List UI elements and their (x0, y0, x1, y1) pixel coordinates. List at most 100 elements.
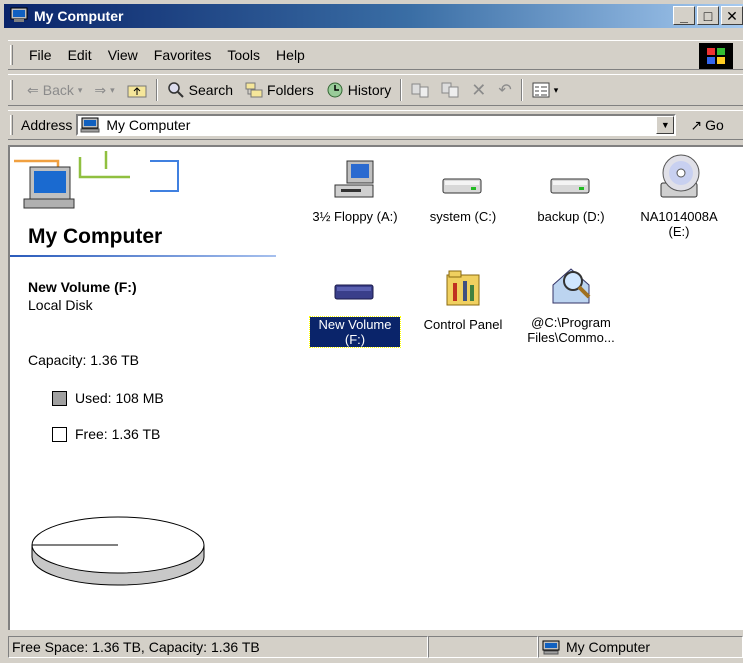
drive-cd-e[interactable]: NA1014008A (E:) (624, 149, 734, 239)
status-text: Free Space: 1.36 TB, Capacity: 1.36 TB (8, 636, 428, 658)
drive-backup-d[interactable]: backup (D:) (516, 159, 626, 224)
history-icon (327, 82, 343, 98)
address-label: Address (21, 117, 73, 133)
used-text: Used: 108 MB (75, 390, 164, 406)
move-to-button[interactable] (405, 77, 435, 103)
my-computer-icon (542, 640, 560, 654)
drive-system-c[interactable]: system (C:) (408, 159, 518, 224)
drive-label: NA1014008A (E:) (640, 209, 718, 239)
delete-icon: ✕ (471, 79, 487, 100)
menu-tools[interactable]: Tools (219, 47, 268, 63)
address-value: My Computer (106, 117, 191, 133)
panel-header-graphic (14, 151, 179, 209)
my-computer-icon (10, 7, 28, 26)
drive-floppy-a[interactable]: 3½ Floppy (A:) (300, 159, 410, 224)
free-text: Free: 1.36 TB (75, 426, 161, 442)
web-view-panel: My Computer New Volume (F:) Local Disk C… (10, 147, 278, 630)
menu-help[interactable]: Help (268, 47, 313, 63)
cd-drive-icon (660, 154, 700, 198)
toolbar-separator (520, 79, 523, 101)
used-legend: Used: 108 MB (52, 390, 164, 406)
toolbar-separator (155, 79, 158, 101)
free-legend: Free: 1.36 TB (52, 426, 160, 442)
standard-toolbar: ⇐ Back ▾ ⇒ ▾ Search Folders History ✕ ↶ … (8, 74, 743, 106)
views-icon (532, 82, 550, 98)
chevron-down-icon: ▾ (553, 84, 559, 95)
folders-button[interactable]: Folders (239, 77, 320, 103)
menu-view[interactable]: View (100, 47, 146, 63)
my-computer-window: My Computer _ □ ✕ File Edit View Favorit… (0, 0, 743, 663)
copy-to-button[interactable] (435, 77, 465, 103)
up-folder-button[interactable] (121, 77, 153, 103)
drive-label: system (C:) (429, 209, 497, 224)
folders-label: Folders (267, 82, 314, 98)
search-label: Search (188, 82, 234, 98)
up-folder-icon (127, 85, 147, 98)
capacity-text: Capacity: 1.36 TB (28, 352, 140, 368)
undo-button[interactable]: ↶ (492, 77, 517, 103)
back-arrow-icon: ⇐ (27, 81, 39, 98)
undo-icon: ↶ (498, 82, 512, 99)
forward-button[interactable]: ⇒ ▾ (88, 77, 120, 103)
my-computer-icon (80, 117, 100, 133)
history-button[interactable]: History (320, 77, 398, 103)
views-button[interactable]: ▾ (526, 77, 565, 103)
search-button[interactable]: Search (161, 77, 239, 103)
hard-drive-icon (334, 284, 374, 300)
address-grip[interactable] (10, 115, 13, 135)
toolbar-grip[interactable] (10, 80, 13, 100)
title-bar[interactable]: My Computer _ □ ✕ (4, 4, 743, 28)
drive-label: New Volume (F:) (309, 316, 401, 348)
windows-logo-icon (699, 43, 733, 69)
menu-file[interactable]: File (21, 47, 60, 63)
floppy-drive-icon (334, 160, 374, 198)
search-folder-icon (552, 268, 591, 304)
panel-title: My Computer (28, 225, 163, 248)
toolbar-separator (400, 79, 403, 101)
history-label: History (347, 82, 392, 98)
hard-drive-icon (550, 178, 590, 194)
search-icon (167, 82, 184, 98)
maximize-button[interactable]: □ (697, 6, 719, 25)
status-spacer (428, 636, 538, 658)
close-button[interactable]: ✕ (721, 6, 743, 25)
minimize-button[interactable]: _ (673, 6, 695, 25)
address-input[interactable]: My Computer ▼ (76, 114, 677, 136)
move-to-icon (411, 83, 429, 98)
chevron-down-icon: ▾ (110, 84, 115, 95)
disk-usage-pie-chart (31, 516, 205, 586)
chevron-down-icon: ▾ (77, 84, 83, 95)
control-panel-icon (446, 270, 480, 306)
selected-volume-type: Local Disk (28, 297, 93, 313)
free-swatch (52, 426, 67, 442)
menu-grip[interactable] (10, 45, 13, 65)
control-panel[interactable]: Control Panel (408, 267, 518, 332)
search-results-shortcut[interactable]: @C:\Program Files\Commo... (516, 259, 626, 345)
drive-label: @C:\Program Files\Commo... (527, 315, 615, 345)
used-swatch (52, 390, 67, 406)
content-area[interactable]: My Computer New Volume (F:) Local Disk C… (8, 145, 743, 630)
status-bar: Free Space: 1.36 TB, Capacity: 1.36 TB M… (8, 636, 743, 660)
drive-label: 3½ Floppy (A:) (312, 209, 398, 224)
drive-label: Control Panel (423, 317, 503, 332)
copy-to-icon (441, 82, 459, 98)
back-button[interactable]: ⇐ Back ▾ (21, 77, 88, 103)
drive-label: backup (D:) (537, 209, 605, 224)
folders-icon (245, 82, 263, 98)
drive-new-volume-f[interactable]: New Volume (F:) (300, 267, 410, 348)
go-label: Go (705, 117, 724, 133)
address-bar: Address My Computer ▼ ↗ Go (8, 110, 743, 140)
status-zone: My Computer (538, 636, 743, 658)
forward-arrow-icon: ⇒ (94, 81, 107, 98)
back-label: Back (42, 82, 74, 98)
go-button[interactable]: ↗ Go (690, 117, 723, 134)
menu-favorites[interactable]: Favorites (146, 47, 220, 63)
menu-edit[interactable]: Edit (60, 47, 100, 63)
hard-drive-icon (442, 178, 482, 194)
delete-button[interactable]: ✕ (465, 77, 492, 103)
selected-volume-name: New Volume (F:) (28, 279, 137, 295)
panel-divider (10, 255, 276, 257)
window-title: My Computer (34, 8, 124, 24)
address-dropdown-button[interactable]: ▼ (656, 116, 675, 134)
menu-bar: File Edit View Favorites Tools Help (8, 40, 743, 70)
